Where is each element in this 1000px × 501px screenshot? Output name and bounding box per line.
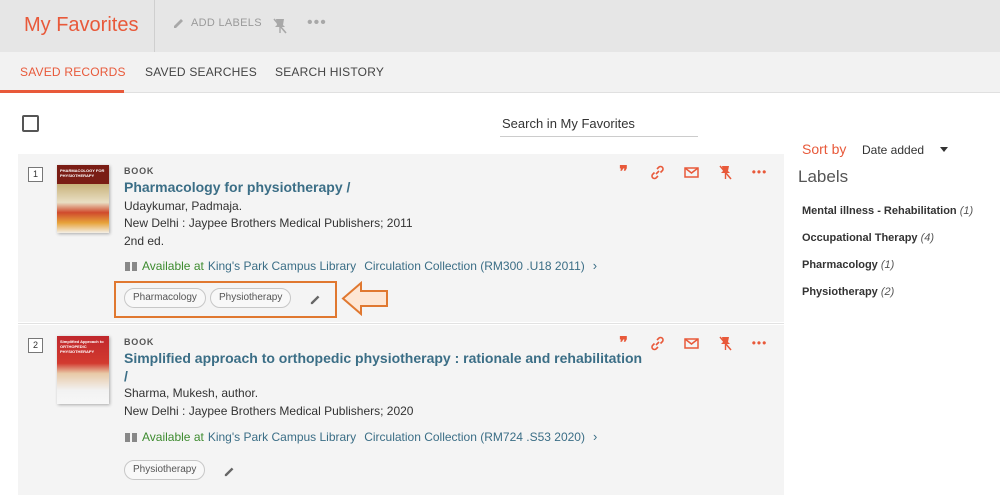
- sort-by-label: Sort by: [802, 141, 847, 157]
- label-filter-item[interactable]: Occupational Therapy (4): [802, 232, 934, 244]
- search-input[interactable]: Search in My Favorites: [500, 116, 698, 137]
- page-title: My Favorites: [24, 14, 139, 36]
- labels-highlight-box: [114, 281, 337, 318]
- more-actions-icon[interactable]: •••: [751, 335, 768, 352]
- record-author: Udaykumar, Padmaja.: [124, 199, 243, 213]
- record-author: Sharma, Mukesh, author.: [124, 386, 259, 400]
- book-cover[interactable]: PHARMACOLOGY FOR PHYSIOTHERAPY: [57, 165, 109, 233]
- label-count: (2): [880, 286, 895, 298]
- label-filter-item[interactable]: Physiotherapy (2): [802, 286, 894, 298]
- chevron-right-icon: ›: [592, 429, 598, 444]
- citation-icon[interactable]: ❞: [615, 335, 632, 352]
- more-options-icon[interactable]: •••: [307, 14, 327, 32]
- book-cover[interactable]: Simplified Approach to ORTHOPEDIC PHYSIO…: [57, 336, 109, 404]
- sort-select[interactable]: Date added: [862, 143, 924, 157]
- record-title[interactable]: Pharmacology for physiotherapy /: [124, 178, 644, 196]
- caret-down-icon[interactable]: [940, 147, 948, 152]
- unpin-icon[interactable]: [717, 164, 734, 181]
- record-publisher: New Delhi : Jaypee Brothers Medical Publ…: [124, 216, 413, 230]
- record-publisher: New Delhi : Jaypee Brothers Medical Publ…: [124, 404, 414, 418]
- availability-status: Available at: [142, 429, 204, 444]
- record-type: BOOK: [124, 166, 155, 176]
- label-chip[interactable]: Physiotherapy: [124, 460, 206, 480]
- record-title[interactable]: Simplified approach to orthopedic physio…: [124, 349, 644, 385]
- record-item: 2 Simplified Approach to ORTHOPEDIC PHYS…: [18, 325, 784, 495]
- label-filter-item[interactable]: Mental illness - Rehabilitation (1): [802, 205, 973, 217]
- email-icon[interactable]: [683, 164, 700, 181]
- label-filter-item[interactable]: Pharmacology (1): [802, 259, 894, 271]
- availability-status: Available at: [142, 258, 204, 273]
- unpin-icon[interactable]: [717, 335, 734, 352]
- call-number: Circulation Collection (RM724 .S53 2020): [364, 429, 585, 444]
- select-all-checkbox[interactable]: [22, 115, 39, 132]
- availability-line[interactable]: Available at King's Park Campus Library …: [124, 258, 597, 273]
- tabs-bar: SAVED RECORDS SAVED SEARCHES SEARCH HIST…: [0, 52, 1000, 93]
- book-icon: [125, 432, 137, 442]
- tab-saved-records[interactable]: SAVED RECORDS: [20, 65, 126, 79]
- record-divider: [18, 323, 784, 324]
- book-icon: [125, 261, 137, 271]
- header-divider: [154, 0, 155, 52]
- tab-saved-searches[interactable]: SAVED SEARCHES: [145, 65, 257, 79]
- citation-icon[interactable]: ❞: [615, 164, 632, 181]
- label-count: (1): [959, 205, 974, 217]
- add-labels-button[interactable]: ADD LABELS: [172, 16, 262, 30]
- active-tab-indicator: [0, 90, 124, 93]
- record-edition: 2nd ed.: [124, 234, 165, 248]
- permalink-icon[interactable]: [649, 335, 666, 352]
- permalink-icon[interactable]: [649, 164, 666, 181]
- label-count: (4): [920, 232, 935, 244]
- tab-search-history[interactable]: SEARCH HISTORY: [275, 65, 384, 79]
- record-actions: ❞ •••: [615, 335, 768, 352]
- more-actions-icon[interactable]: •••: [751, 164, 768, 181]
- library-name: King's Park Campus Library: [207, 429, 357, 444]
- edit-labels-icon[interactable]: [224, 465, 236, 477]
- label-name: Pharmacology: [802, 259, 878, 271]
- availability-line[interactable]: Available at King's Park Campus Library …: [124, 429, 597, 444]
- labels-heading: Labels: [798, 167, 849, 186]
- cover-text: Simplified Approach to ORTHOPEDIC PHYSIO…: [60, 339, 104, 354]
- label-count: (1): [880, 259, 895, 271]
- add-labels-label: ADD LABELS: [191, 17, 262, 29]
- cover-text: PHARMACOLOGY FOR PHYSIOTHERAPY: [60, 168, 105, 178]
- top-bar: My Favorites ADD LABELS •••: [0, 0, 1000, 52]
- label-name: Physiotherapy: [802, 286, 878, 298]
- record-number: 1: [28, 167, 43, 182]
- record-type: BOOK: [124, 337, 155, 347]
- record-number: 2: [28, 338, 43, 353]
- unpin-icon[interactable]: [272, 17, 288, 35]
- arrow-left-icon: [341, 281, 388, 316]
- chevron-right-icon: ›: [592, 258, 598, 273]
- record-actions: ❞ •••: [615, 164, 768, 181]
- label-name: Mental illness - Rehabilitation: [802, 205, 957, 217]
- email-icon[interactable]: [683, 335, 700, 352]
- label-name: Occupational Therapy: [802, 232, 918, 244]
- call-number: Circulation Collection (RM300 .U18 2011): [364, 258, 585, 273]
- pencil-icon: [174, 19, 183, 28]
- library-name: King's Park Campus Library: [207, 258, 357, 273]
